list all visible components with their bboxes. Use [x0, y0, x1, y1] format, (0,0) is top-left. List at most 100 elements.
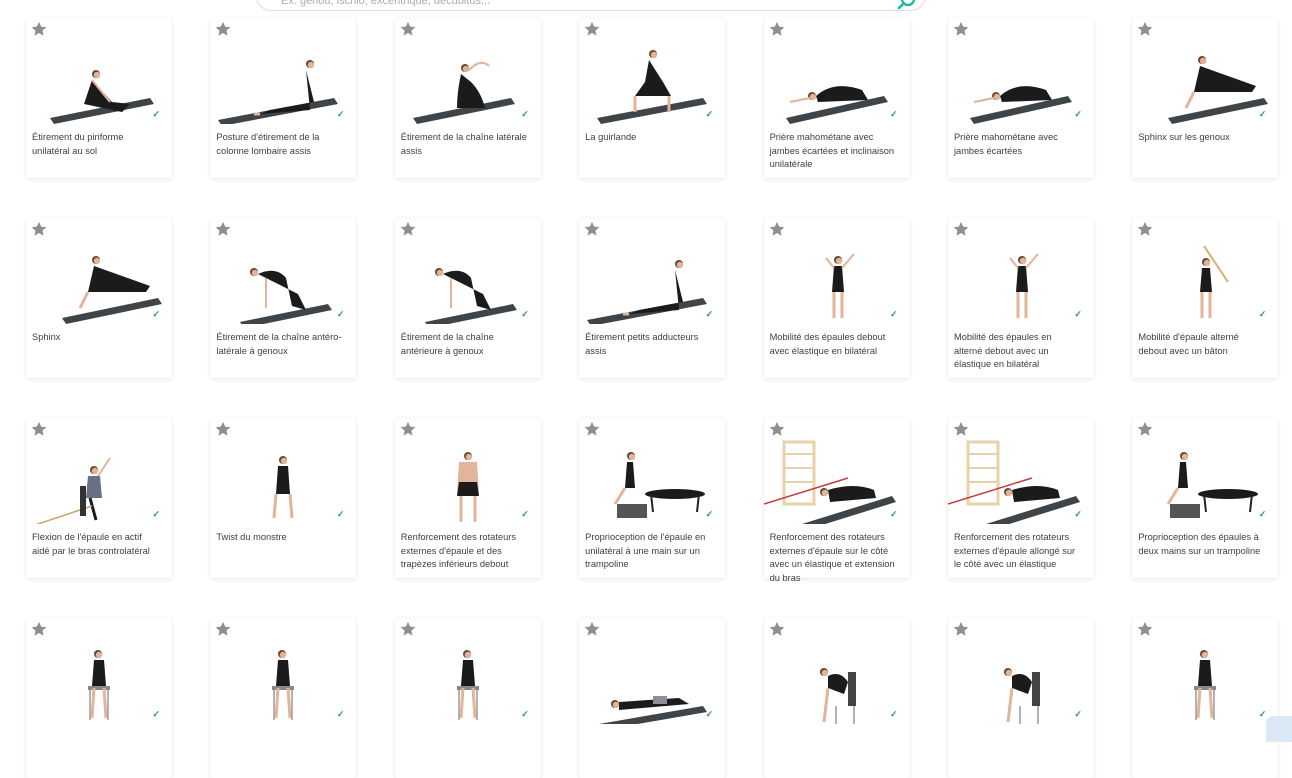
exercise-card[interactable]: ✓ Mobilité d'épaule alterné debout avec u… [1132, 218, 1279, 378]
exercise-illustration [1167, 452, 1259, 518]
exercise-title: Sphinx [32, 332, 61, 342]
check-icon: ✓ [1258, 109, 1267, 119]
exercise-card[interactable]: ✓ [579, 618, 726, 778]
exercise-illustration [785, 86, 888, 124]
exercise-illustration [969, 86, 1072, 124]
exercise-illustration [947, 440, 1080, 524]
check-icon: ✓ [890, 709, 898, 719]
exercise-title: Prière mahométane avec jambes écartées [953, 132, 1058, 156]
exercise-title: Flexion de l'épaule en actif aidé par le… [32, 532, 150, 556]
exercise-card[interactable]: ✓ Étirement petits adducteurs assis [579, 218, 726, 378]
exercise-card[interactable]: ✓ Flexion de l'épaule en actif aidé par l… [26, 418, 172, 578]
exercise-illustration [1200, 245, 1230, 318]
exercise-card[interactable]: ✓ [763, 618, 910, 778]
check-icon: ✓ [890, 309, 898, 319]
check-icon: ✓ [336, 109, 345, 119]
exercise-card[interactable]: ✓ La guirlande [579, 18, 726, 178]
exercise-title: Étirement de la chaîne latérale assis [400, 132, 527, 156]
exercise-card[interactable]: ✓ Prière mahométane avec jambes écartées … [763, 18, 910, 178]
exercise-card[interactable]: ✓ Twist du monstre [210, 418, 357, 578]
exercise-illustration [599, 696, 708, 724]
exercise-title: Étirement du piriforme unilatéral au sol [32, 132, 124, 156]
exercise-title: Sphinx sur les genoux [1138, 132, 1230, 142]
exercise-grid: ✓ Étirement du piriforme unilatéral au so… [0, 0, 1279, 778]
exercise-illustration [613, 452, 706, 518]
exercise-card[interactable]: ✓ Prière mahométane avec jambes écartées [947, 18, 1094, 178]
exercise-card[interactable]: ✓ [26, 618, 172, 778]
check-icon: ✓ [521, 109, 529, 119]
check-icon: ✓ [705, 509, 714, 519]
check-icon: ✓ [521, 709, 529, 719]
exercise-illustration [412, 61, 515, 124]
help-button[interactable] [1266, 716, 1292, 742]
exercise-card[interactable]: ✓ Sphinx sur les genoux [1132, 18, 1279, 178]
exercise-illustration [587, 260, 708, 324]
exercise-card[interactable]: ✓ [394, 618, 541, 778]
check-icon: ✓ [521, 509, 529, 519]
check-icon: ✓ [152, 109, 160, 119]
exercise-card[interactable]: ✓ Renforcement des rotateurs externes d'é… [947, 418, 1094, 578]
exercise-title: Prière mahométane avec jambes écartées e… [769, 132, 895, 169]
check-icon: ✓ [705, 709, 714, 719]
exercise-title: Mobilité des épaules debout avec élastiq… [769, 332, 886, 356]
check-icon: ✓ [336, 709, 345, 719]
exercise-title: Renforcement des rotateurs externes d'ép… [400, 532, 517, 569]
check-icon: ✓ [1074, 309, 1082, 319]
check-icon: ✓ [1074, 709, 1082, 719]
exercise-illustration [62, 256, 162, 324]
exercise-card[interactable]: ✓ Étirement de la chaîne latérale assis [394, 18, 541, 178]
exercise-card[interactable]: ✓ Étirement de la chaîne antéro-latérale … [210, 218, 357, 378]
exercise-illustration [597, 50, 708, 124]
exercise-title: Renforcement des rotateurs externes d'ép… [953, 532, 1076, 569]
exercise-card[interactable]: ✓ [947, 618, 1094, 778]
exercise-title: Étirement de la chaîne antéro-latérale à… [216, 332, 342, 356]
exercise-illustration [88, 650, 110, 720]
check-icon: ✓ [152, 509, 160, 519]
exercise-illustration [240, 268, 333, 324]
exercise-illustration [1003, 668, 1040, 724]
check-icon: ✓ [152, 309, 160, 319]
check-icon: ✓ [1258, 309, 1267, 319]
exercise-title: Étirement de la chaîne antérieure à geno… [400, 332, 494, 356]
exercise-illustration [218, 60, 339, 124]
exercise-illustration [272, 456, 294, 519]
exercise-title: Étirement petits adducteurs assis [585, 332, 699, 356]
exercise-title: Twist du monstre [216, 532, 287, 542]
check-icon: ✓ [1074, 509, 1082, 519]
exercise-title: Mobilité d'épaule alterné debout avec un… [1138, 332, 1239, 356]
exercise-title: Proprioception de l'épaule en unilatéral… [585, 532, 706, 569]
exercise-illustration [35, 457, 111, 524]
exercise-card[interactable]: ✓ Mobilité des épaules debout avec élasti… [763, 218, 910, 378]
exercise-illustration [1168, 56, 1269, 124]
check-icon: ✓ [890, 509, 898, 519]
exercise-card[interactable]: ✓ [210, 618, 357, 778]
exercise-card[interactable]: ✓ [1132, 618, 1279, 778]
exercise-illustration [763, 440, 896, 524]
check-icon: ✓ [705, 109, 714, 119]
exercise-card[interactable]: ✓ Mobilité des épaules en alterné debout … [947, 218, 1094, 378]
exercise-illustration [424, 268, 517, 324]
check-icon: ✓ [336, 509, 345, 519]
exercise-card[interactable]: ✓ Étirement du piriforme unilatéral au so… [26, 18, 172, 178]
exercise-card[interactable]: ✓ Posture d'étirement de la colonne lomba… [210, 18, 357, 178]
check-icon: ✓ [890, 109, 898, 119]
exercise-card[interactable]: ✓ Renforcement des rotateurs externes d'é… [763, 418, 910, 583]
exercise-illustration [272, 650, 295, 720]
check-icon: ✓ [1074, 109, 1082, 119]
exercise-illustration [819, 668, 856, 724]
exercise-illustration [1009, 253, 1039, 318]
exercise-card[interactable]: ✓ Proprioception de l'épaule en unilatéra… [579, 418, 726, 578]
exercise-card[interactable]: ✓ Étirement de la chaîne antérieure à gen… [394, 218, 541, 378]
exercise-title: Posture d'étirement de la colonne lombai… [216, 132, 320, 156]
check-icon: ✓ [521, 309, 529, 319]
exercise-title: Mobilité des épaules en alterné debout a… [953, 332, 1052, 369]
exercise-title: Proprioception des épaules à deux mains … [1138, 532, 1261, 556]
exercise-illustration [50, 70, 154, 124]
exercise-card[interactable]: ✓ Proprioception des épaules à deux mains… [1132, 418, 1279, 578]
exercise-illustration [456, 452, 479, 522]
exercise-card[interactable]: ✓ Renforcement des rotateurs externes d'é… [394, 418, 541, 578]
check-icon: ✓ [336, 309, 345, 319]
exercise-illustration [456, 650, 479, 720]
exercise-card[interactable]: ✓ Sphinx [26, 218, 172, 378]
exercise-title: La guirlande [585, 132, 637, 142]
